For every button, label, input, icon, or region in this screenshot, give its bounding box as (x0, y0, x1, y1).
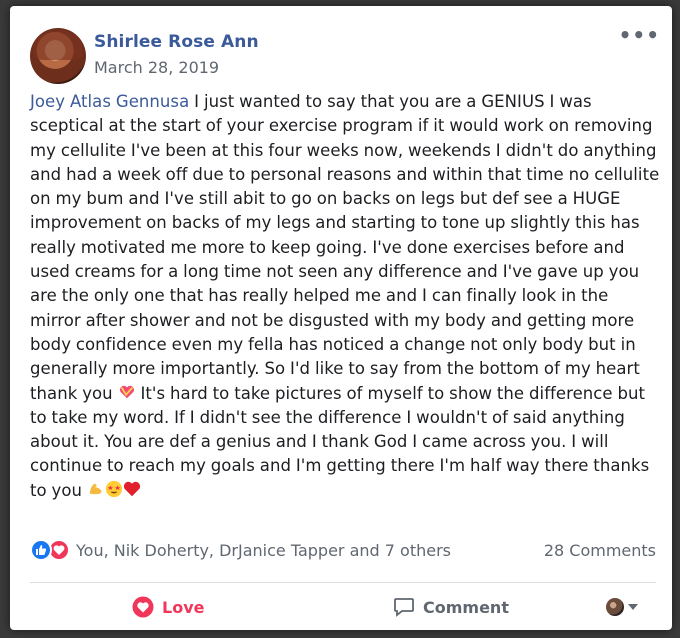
chevron-down-icon (628, 604, 638, 610)
flexed-biceps-emoji (89, 483, 102, 494)
author-name[interactable]: Shirlee Rose Ann (94, 32, 259, 52)
post-date[interactable]: March 28, 2019 (94, 58, 219, 77)
love-button-label: Love (162, 597, 205, 617)
mention-link[interactable]: Joey Atlas Gennusa (30, 92, 189, 111)
action-bar: Love Comment (10, 586, 672, 630)
reactions-text[interactable]: You, Nik Doherty, DrJanice Tapper and 7 … (76, 541, 451, 560)
comment-button-label: Comment (423, 597, 509, 617)
comments-count[interactable]: 28 Comments (544, 541, 656, 560)
star-struck-emoji (105, 480, 123, 497)
love-button[interactable]: Love (132, 596, 204, 618)
post-body-text-1: I just wanted to say that you are a GENI… (30, 92, 660, 403)
post-body: Joey Atlas Gennusa I just wanted to say … (30, 90, 660, 503)
like-icon (30, 539, 52, 561)
post-as-selector[interactable] (606, 598, 638, 616)
post-card: Shirlee Rose Ann March 28, 2019 ••• Joey… (10, 6, 672, 630)
reactions-summary[interactable]: You, Nik Doherty, DrJanice Tapper and 7 … (30, 539, 451, 561)
divider (30, 582, 656, 583)
sparkling-heart-emoji (119, 385, 134, 398)
red-heart-emoji (123, 481, 141, 496)
comment-icon (394, 598, 414, 617)
love-icon (132, 596, 154, 618)
user-avatar (606, 598, 624, 616)
more-options-icon[interactable]: ••• (619, 25, 660, 45)
author-avatar[interactable] (30, 28, 86, 84)
comment-button[interactable]: Comment (393, 596, 509, 618)
